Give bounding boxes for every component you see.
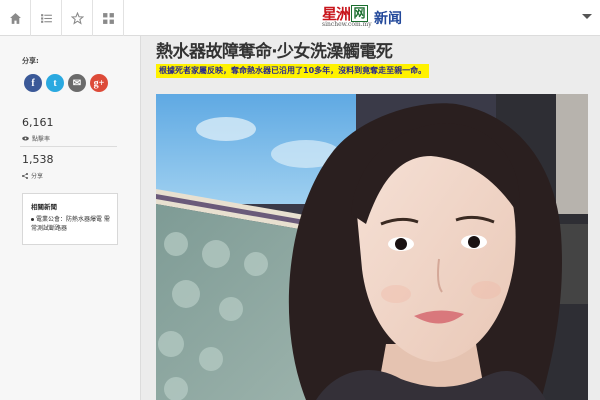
- logo-url: sinchew.com.my: [322, 21, 372, 28]
- section-title: 新闻: [374, 11, 403, 27]
- scroll-down-arrow-icon[interactable]: [582, 14, 592, 19]
- menu-list-button[interactable]: [31, 0, 62, 36]
- stats-divider: [20, 146, 117, 147]
- favorite-button[interactable]: [62, 0, 93, 36]
- bullet-icon: [31, 218, 34, 221]
- star-icon: [70, 11, 84, 25]
- facebook-share-button[interactable]: f: [24, 74, 42, 92]
- left-sidebar: 分享: f t ✉ g+ 6,161 點擊率 1,538 分享 相關新聞 電業公…: [0, 36, 141, 400]
- share-icon: [22, 172, 28, 179]
- list-icon: [40, 13, 52, 23]
- logo-box-mark: 网: [351, 5, 369, 22]
- twitter-share-button[interactable]: t: [46, 74, 64, 92]
- eye-icon: [22, 136, 29, 141]
- portrait-image: [156, 94, 588, 400]
- article-subhead: 根據死者家屬反映，奪命熱水器已沿用了10多年，沒料到竟奪走至親一命。: [156, 64, 430, 78]
- share-label: 分享:: [22, 57, 39, 65]
- home-icon: [9, 12, 21, 24]
- grid-menu-button[interactable]: [93, 0, 124, 36]
- home-button[interactable]: [0, 0, 31, 36]
- site-logo[interactable]: 星洲 网 sinchew.com.my 新闻: [322, 3, 402, 33]
- shares-label: 分享: [31, 173, 44, 180]
- related-news-title: 相關新聞: [31, 203, 57, 211]
- views-label: 點擊率: [32, 136, 51, 143]
- views-stat: 點擊率: [22, 134, 50, 143]
- related-news-box: 相關新聞 電業公會：防熱水器爆電 需常測試斷路器: [22, 193, 118, 245]
- related-news-item[interactable]: 電業公會：防熱水器爆電 需常測試斷路器: [31, 215, 113, 233]
- article-photo: [156, 94, 588, 400]
- google-plus-share-button[interactable]: g+: [90, 74, 108, 92]
- views-count: 6,161: [22, 116, 54, 129]
- article-headline: 熱水器故障奪命‧少女洗澡觸電死: [156, 42, 393, 62]
- top-navigation-bar: 星洲 网 sinchew.com.my 新闻: [0, 0, 600, 36]
- shares-count: 1,538: [22, 153, 54, 166]
- shares-stat: 分享: [22, 171, 43, 180]
- email-share-button[interactable]: ✉: [68, 74, 86, 92]
- related-news-link[interactable]: 電業公會：防熱水器爆電 需常測試斷路器: [31, 216, 110, 232]
- grid-icon: [102, 12, 114, 24]
